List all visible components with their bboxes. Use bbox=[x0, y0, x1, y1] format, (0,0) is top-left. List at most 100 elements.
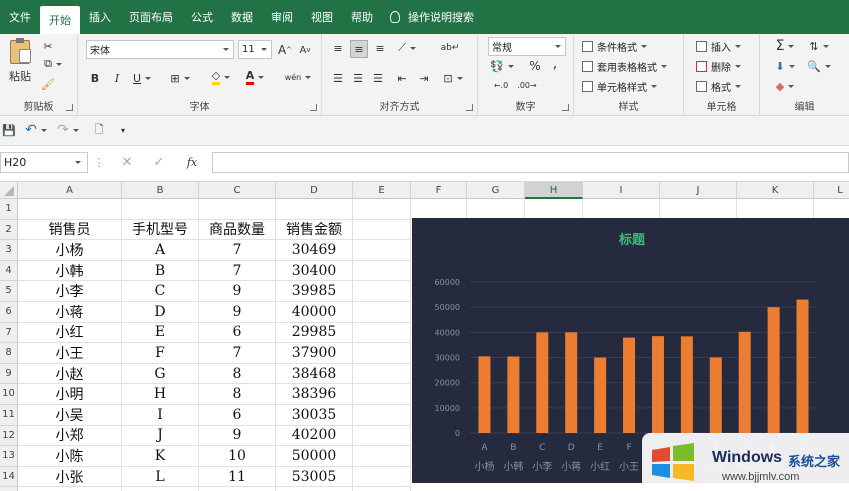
cell[interactable] bbox=[353, 322, 411, 344]
menu-tab-3[interactable]: 页面布局 bbox=[120, 0, 182, 34]
data-cell[interactable]: D bbox=[122, 302, 199, 323]
data-cell[interactable]: B bbox=[122, 260, 199, 282]
align-middle-icon[interactable]: ≡ bbox=[350, 40, 368, 58]
clear-icon[interactable]: ◆ bbox=[772, 78, 798, 94]
column-header-H[interactable]: H bbox=[525, 182, 583, 199]
row-header-2[interactable]: 2 bbox=[0, 219, 18, 241]
row-header-4[interactable]: 4 bbox=[0, 260, 18, 282]
data-cell[interactable]: 7 bbox=[199, 260, 276, 282]
wrap-text-icon[interactable]: ab↵ bbox=[441, 40, 460, 56]
cell[interactable] bbox=[353, 425, 411, 447]
data-cell[interactable]: 小吴 bbox=[18, 405, 122, 426]
cell[interactable] bbox=[18, 199, 122, 220]
data-cell[interactable]: 9 bbox=[199, 302, 276, 323]
format-cells-button[interactable]: 格式 bbox=[696, 78, 741, 94]
cell[interactable] bbox=[199, 487, 276, 491]
number-format-select[interactable]: 常规 bbox=[488, 37, 566, 56]
data-cell[interactable]: 53005 bbox=[276, 466, 353, 488]
data-cell[interactable]: 小陈 bbox=[18, 446, 122, 467]
find-select-icon[interactable]: 🔍 bbox=[806, 58, 832, 74]
format-painter-icon[interactable]: 🖌 bbox=[40, 76, 56, 92]
header-cell[interactable]: 商品数量 bbox=[199, 219, 276, 241]
data-cell[interactable]: 小蒋 bbox=[18, 302, 122, 323]
data-cell[interactable]: 小赵 bbox=[18, 363, 122, 385]
fill-down-icon[interactable]: ⬇ bbox=[772, 58, 798, 74]
data-cell[interactable]: 9 bbox=[199, 281, 276, 302]
cell[interactable] bbox=[353, 405, 411, 426]
data-cell[interactable]: 6 bbox=[199, 405, 276, 426]
menu-tab-5[interactable]: 数据 bbox=[222, 0, 262, 34]
column-header-A[interactable]: A bbox=[18, 182, 122, 199]
italic-button[interactable]: I bbox=[110, 70, 124, 86]
sort-filter-icon[interactable]: ⇅ bbox=[806, 38, 832, 54]
menu-tab-4[interactable]: 公式 bbox=[182, 0, 222, 34]
increase-indent-icon[interactable]: ⇥ bbox=[416, 70, 432, 86]
data-cell[interactable]: 38468 bbox=[276, 363, 353, 385]
bold-button[interactable]: B bbox=[88, 70, 102, 86]
alignment-launcher-icon[interactable] bbox=[466, 104, 473, 111]
data-cell[interactable]: 小杨 bbox=[18, 240, 122, 261]
cell[interactable] bbox=[353, 281, 411, 302]
data-cell[interactable]: L bbox=[122, 466, 199, 488]
tell-me-search[interactable]: 操作说明搜索 bbox=[390, 0, 474, 34]
cell[interactable] bbox=[814, 199, 849, 220]
insert-function-button[interactable]: fx bbox=[184, 155, 200, 169]
header-cell[interactable]: 手机型号 bbox=[122, 219, 199, 241]
row-header-8[interactable]: 8 bbox=[0, 343, 18, 364]
cell[interactable] bbox=[353, 384, 411, 405]
data-cell[interactable]: 29985 bbox=[276, 322, 353, 344]
formula-input[interactable] bbox=[212, 152, 849, 173]
data-cell[interactable]: G bbox=[122, 363, 199, 385]
data-cell[interactable]: 50000 bbox=[276, 446, 353, 467]
data-cell[interactable]: 30469 bbox=[276, 240, 353, 261]
fill-color-icon[interactable]: ◇ bbox=[208, 68, 234, 86]
clipboard-launcher-icon[interactable] bbox=[66, 104, 73, 111]
column-header-L[interactable]: L bbox=[814, 182, 849, 199]
header-cell[interactable]: 销售员 bbox=[18, 219, 122, 241]
data-cell[interactable]: 小红 bbox=[18, 322, 122, 344]
cell[interactable] bbox=[353, 446, 411, 467]
row-header-15[interactable]: 15 bbox=[0, 487, 18, 491]
underline-button[interactable]: U bbox=[130, 70, 154, 86]
data-cell[interactable]: 8 bbox=[199, 363, 276, 385]
merge-center-icon[interactable]: ⊡ bbox=[440, 70, 466, 86]
data-cell[interactable]: 6 bbox=[199, 322, 276, 344]
data-cell[interactable]: 小李 bbox=[18, 281, 122, 302]
font-name-select[interactable]: 宋体 bbox=[86, 40, 234, 59]
align-center-icon[interactable]: ☰ bbox=[350, 70, 366, 86]
row-header-1[interactable]: 1 bbox=[0, 199, 18, 220]
font-launcher-icon[interactable] bbox=[310, 104, 317, 111]
font-color-icon[interactable]: A bbox=[242, 68, 268, 86]
column-header-F[interactable]: F bbox=[411, 182, 467, 199]
percent-button[interactable]: % bbox=[528, 58, 542, 74]
data-cell[interactable]: 9 bbox=[199, 425, 276, 447]
column-header-K[interactable]: K bbox=[737, 182, 814, 199]
row-header-14[interactable]: 14 bbox=[0, 466, 18, 488]
decrease-decimal-icon[interactable]: .00→ bbox=[517, 78, 536, 92]
paste-button[interactable]: 粘贴 bbox=[6, 38, 34, 86]
cell[interactable] bbox=[411, 199, 467, 220]
shrink-font-button[interactable]: Av bbox=[298, 42, 312, 58]
data-cell[interactable]: H bbox=[122, 384, 199, 405]
cancel-icon[interactable]: ✕ bbox=[120, 155, 134, 170]
number-launcher-icon[interactable] bbox=[562, 104, 569, 111]
menu-tab-1[interactable]: 开始 bbox=[40, 6, 80, 34]
cell[interactable] bbox=[276, 487, 353, 491]
delete-cells-button[interactable]: 删除 bbox=[696, 58, 741, 74]
currency-icon[interactable]: 💱 bbox=[490, 58, 514, 74]
data-cell[interactable]: J bbox=[122, 425, 199, 447]
data-cell[interactable]: 37900 bbox=[276, 343, 353, 364]
font-size-select[interactable]: 11 bbox=[238, 40, 272, 59]
name-box[interactable]: H20 bbox=[0, 152, 88, 173]
menu-tab-2[interactable]: 插入 bbox=[80, 0, 120, 34]
enter-icon[interactable]: ✓ bbox=[152, 155, 166, 170]
row-header-10[interactable]: 10 bbox=[0, 384, 18, 405]
data-cell[interactable]: 39985 bbox=[276, 281, 353, 302]
cell[interactable] bbox=[18, 487, 122, 491]
data-cell[interactable]: A bbox=[122, 240, 199, 261]
cell[interactable] bbox=[276, 199, 353, 220]
cell[interactable] bbox=[353, 219, 411, 241]
data-cell[interactable]: 小王 bbox=[18, 343, 122, 364]
align-top-icon[interactable]: ≡ bbox=[330, 40, 346, 56]
data-cell[interactable]: 小郑 bbox=[18, 425, 122, 447]
